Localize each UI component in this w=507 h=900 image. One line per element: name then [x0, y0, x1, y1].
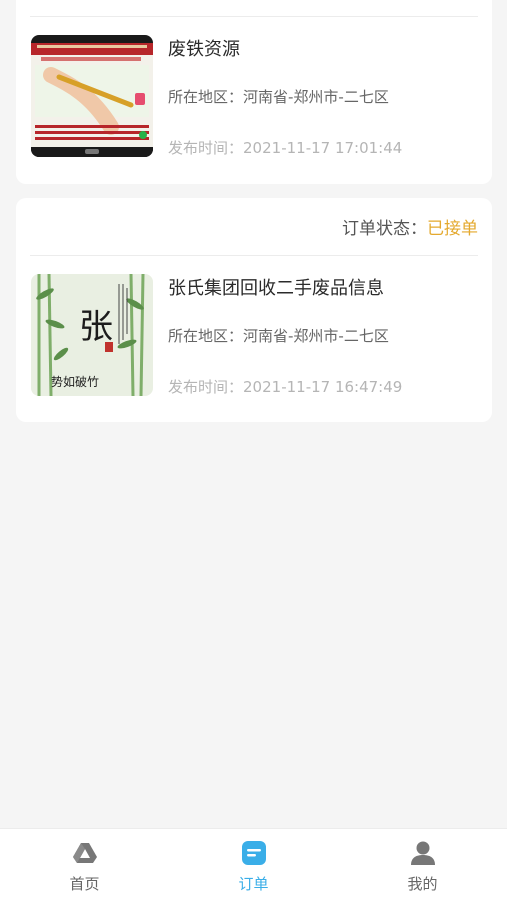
- bottom-tab-bar: 首页 订单 我的: [0, 828, 507, 900]
- order-thumbnail[interactable]: [31, 35, 153, 157]
- order-card-header: [30, 0, 478, 17]
- tab-orders[interactable]: 订单: [169, 829, 338, 900]
- order-card[interactable]: 废铁资源 所在地区：河南省-郑州市-二七区 发布时间：2021-11-17 17…: [16, 0, 492, 184]
- tab-home[interactable]: 首页: [0, 829, 169, 900]
- order-status-label: 订单状态：: [342, 219, 427, 239]
- region-value: 河南省-郑州市-二七区: [243, 327, 389, 345]
- order-doc-icon: [241, 841, 266, 865]
- time-label: 发布时间：: [168, 139, 244, 157]
- tab-orders-label: 订单: [238, 875, 269, 893]
- tab-home-label: 首页: [69, 875, 100, 893]
- tab-mine-label: 我的: [407, 875, 438, 893]
- thumb-calligraphy-char: 张: [79, 307, 113, 347]
- time-value: 2021-11-17 17:01:44: [243, 139, 403, 157]
- order-card-body: 张 势如破竹 张氏集团回收二手废品信息 所在地区：河南省-郑州市-二七区 发布时…: [16, 256, 492, 396]
- thumb-caption: 势如破竹: [51, 374, 99, 389]
- order-card[interactable]: 订单状态： 已接单 张 势如破竹 张氏集团回收二手废品信息 所在地区：河南省-郑…: [16, 198, 492, 422]
- order-list: 废铁资源 所在地区：河南省-郑州市-二七区 发布时间：2021-11-17 17…: [0, 0, 507, 828]
- order-title: 废铁资源: [168, 39, 240, 60]
- order-card-body: 废铁资源 所在地区：河南省-郑州市-二七区 发布时间：2021-11-17 17…: [16, 17, 492, 157]
- order-time: 发布时间：2021-11-17 17:01:44: [168, 138, 480, 158]
- time-label: 发布时间：: [168, 378, 244, 396]
- user-icon: [410, 841, 435, 865]
- region-label: 所在地区：: [168, 88, 244, 106]
- region-label: 所在地区：: [168, 327, 244, 345]
- order-status-badge: 已接单: [427, 219, 478, 239]
- hand-writing-photo: [31, 35, 153, 157]
- bamboo-calligraphy-photo: 张 势如破竹: [31, 274, 153, 396]
- tab-mine[interactable]: 我的: [338, 829, 507, 900]
- order-thumbnail[interactable]: 张 势如破竹: [31, 274, 153, 396]
- home-triangle-icon: [72, 843, 97, 863]
- order-region: 所在地区：河南省-郑州市-二七区: [168, 87, 480, 107]
- order-region: 所在地区：河南省-郑州市-二七区: [168, 326, 480, 346]
- order-info: 废铁资源 所在地区：河南省-郑州市-二七区 发布时间：2021-11-17 17…: [168, 35, 480, 158]
- order-info: 张氏集团回收二手废品信息 所在地区：河南省-郑州市-二七区 发布时间：2021-…: [168, 274, 480, 397]
- order-title: 张氏集团回收二手废品信息: [168, 278, 384, 299]
- time-value: 2021-11-17 16:47:49: [243, 378, 403, 396]
- region-value: 河南省-郑州市-二七区: [243, 88, 389, 106]
- order-time: 发布时间：2021-11-17 16:47:49: [168, 377, 480, 397]
- order-card-header: 订单状态： 已接单: [30, 198, 478, 256]
